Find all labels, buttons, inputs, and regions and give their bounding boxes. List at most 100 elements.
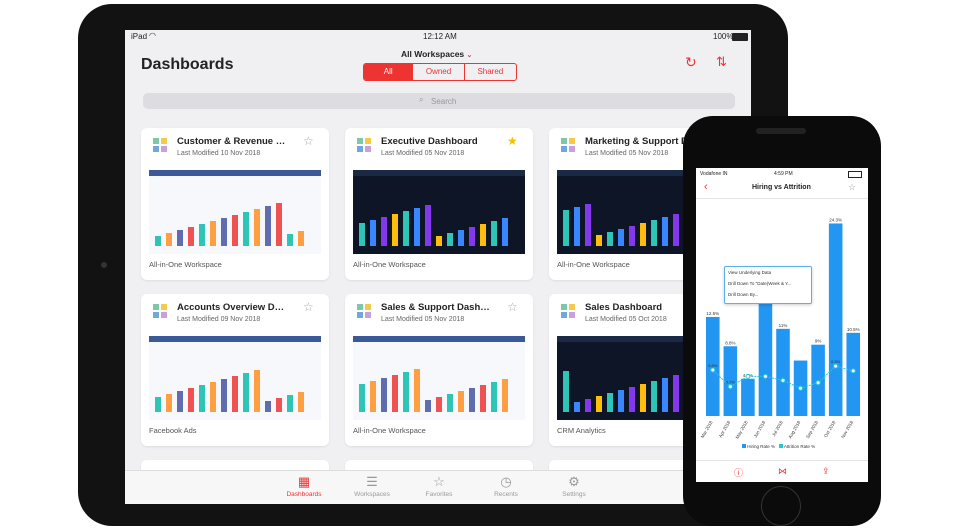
export-icon[interactable]: ⇪ [822,466,830,477]
phone-battery-icon [848,171,862,178]
hiring-bar[interactable] [758,289,773,416]
segment-shared[interactable]: Shared [465,64,516,80]
home-button[interactable] [761,486,801,526]
hiring-bar[interactable] [828,223,843,416]
dashboard-thumbnail [149,336,321,420]
tab-label: Dashboards [286,491,322,498]
star-icon: ☆ [433,474,445,489]
x-tick-label: May 2018 [735,420,749,440]
x-tick-label: Jul 2018 [771,420,784,438]
hiring-label: 8.8% [725,340,735,345]
sort-icon[interactable]: ⇅ [716,54,727,70]
dashboard-card[interactable]: Sales & Support Dashb... Last Modified 05… [345,294,533,446]
page-title: Dashboards [141,56,234,73]
card-modified: Last Modified 05 Nov 2018 [381,316,465,323]
card-workspace: All-in-One Workspace [353,426,426,435]
attrition-point [850,368,856,374]
card-workspace: CRM Analytics [557,426,606,435]
search-icon: ⌕ [419,95,424,104]
dashboard-thumbnail [353,336,525,420]
card-modified: Last Modified 10 Nov 2018 [177,150,261,157]
ipad-screen: iPad ◠ 12:12 AM 100% Dashboards All Work… [125,30,751,504]
tab-label: Recents [494,491,518,498]
search-placeholder: Search [431,97,457,106]
x-tick-label: Mar 2018 [700,420,714,439]
drill-down-menu: View Underlying Data Drill Down To "Date… [724,266,812,304]
hiring-label: 12.5% [706,311,719,316]
info-icon[interactable]: ⓘ [734,466,743,479]
battery-icon [732,33,748,41]
legend-hiring[interactable]: Hiring Rate % [747,444,775,449]
dashboard-card[interactable]: Executive Dashboard Last Modified 05 Nov … [345,128,533,280]
card-title: Sales & Support Dashb... [381,302,491,313]
segment-all[interactable]: All [364,64,414,80]
dashboard-thumbnail [353,170,525,254]
refresh-icon[interactable]: ↻ [685,54,697,71]
search-bar[interactable]: ⌕ Search [143,93,735,109]
chevron-down-icon: ⌄ [466,52,473,59]
hiring-label: 24.3% [829,217,842,222]
attrition-point [833,363,839,369]
star-icon[interactable]: ★ [507,134,518,148]
dashboard-logo-icon [561,138,575,152]
dashboard-logo-icon [153,138,167,152]
x-tick-label: Sep 2018 [805,420,819,440]
tab-settings[interactable]: ⚙ Settings [539,473,609,498]
hiring-bar[interactable] [846,332,860,416]
hiring-bar[interactable] [741,378,755,416]
tab-recents[interactable]: ◷ Recents [471,473,541,498]
legend-attrition[interactable]: Attrition Rate % [784,444,815,449]
card-title: Executive Dashboard [381,136,478,147]
x-tick-label: Aug 2018 [787,420,801,440]
segment-owned[interactable]: Owned [413,64,465,80]
card-modified: Last Modified 09 Nov 2018 [177,316,261,323]
dashboard-grid-icon: ▦ [297,474,311,489]
x-tick-label: Nov 2018 [840,420,854,440]
hiring-label: 11% [779,323,788,328]
dashboard-logo-icon [561,304,575,318]
x-tick-label: Oct 2018 [823,420,837,439]
attrition-point [815,380,821,386]
tab-dashboards[interactable]: ▦ Dashboards [269,473,339,498]
workspace-selector[interactable]: All Workspaces ⌄ [401,49,472,59]
star-icon[interactable]: ☆ [303,300,314,314]
share-icon[interactable]: ⋈ [778,466,787,477]
menu-view-data[interactable]: View Underlying Data [728,270,771,275]
hiring-bar[interactable] [776,328,790,416]
attrition-label: 5.8% [708,363,718,368]
star-icon[interactable]: ☆ [507,300,518,314]
menu-drill-date[interactable]: Drill Down To "Date(Week & Y... [728,281,791,286]
attrition-label: 6.3% [831,359,841,364]
dashboard-thumbnail [149,170,321,254]
legend-swatch-hiring [742,444,746,448]
dashboard-card[interactable]: Customer & Revenue D... Last Modified 10 … [141,128,329,280]
attrition-point [745,373,751,379]
attrition-point [798,385,804,391]
clock-icon: ◷ [500,474,512,489]
attrition-label: 3.7% [726,380,736,385]
phone-toolbar: ⓘ ⋈ ⇪ [696,460,868,482]
x-tick-label: Apr 2018 [718,420,732,439]
iphone-speaker [756,128,806,134]
card-modified: Last Modified 05 Nov 2018 [585,150,669,157]
star-icon[interactable]: ☆ [848,182,856,193]
dashboard-card[interactable]: Accounts Overview Da... Last Modified 09 … [141,294,329,446]
database-icon: ☰ [366,474,378,489]
card-workspace: Facebook Ads [149,426,197,435]
phone-nav-bar: ‹ Hiring vs Attrition ☆ [696,180,868,199]
carrier-label: Vodafone IN [700,171,728,177]
device-label: iPad [131,32,148,41]
dashboard-logo-icon [153,304,167,318]
battery-level: 100% [713,32,734,41]
card-title: Marketing & Support D [585,136,688,147]
attrition-point [727,384,733,390]
menu-drill-by[interactable]: Drill Down By... [728,292,758,297]
card-modified: Last Modified 05 Nov 2018 [381,150,465,157]
back-icon[interactable]: ‹ [704,181,708,193]
x-tick-label: Jun 2018 [753,420,767,439]
tab-favorites[interactable]: ☆ Favorites [404,473,474,498]
tab-workspaces[interactable]: ☰ Workspaces [337,473,407,498]
ipad-camera [101,262,107,268]
tab-label: Favorites [425,491,453,498]
star-icon[interactable]: ☆ [303,134,314,148]
